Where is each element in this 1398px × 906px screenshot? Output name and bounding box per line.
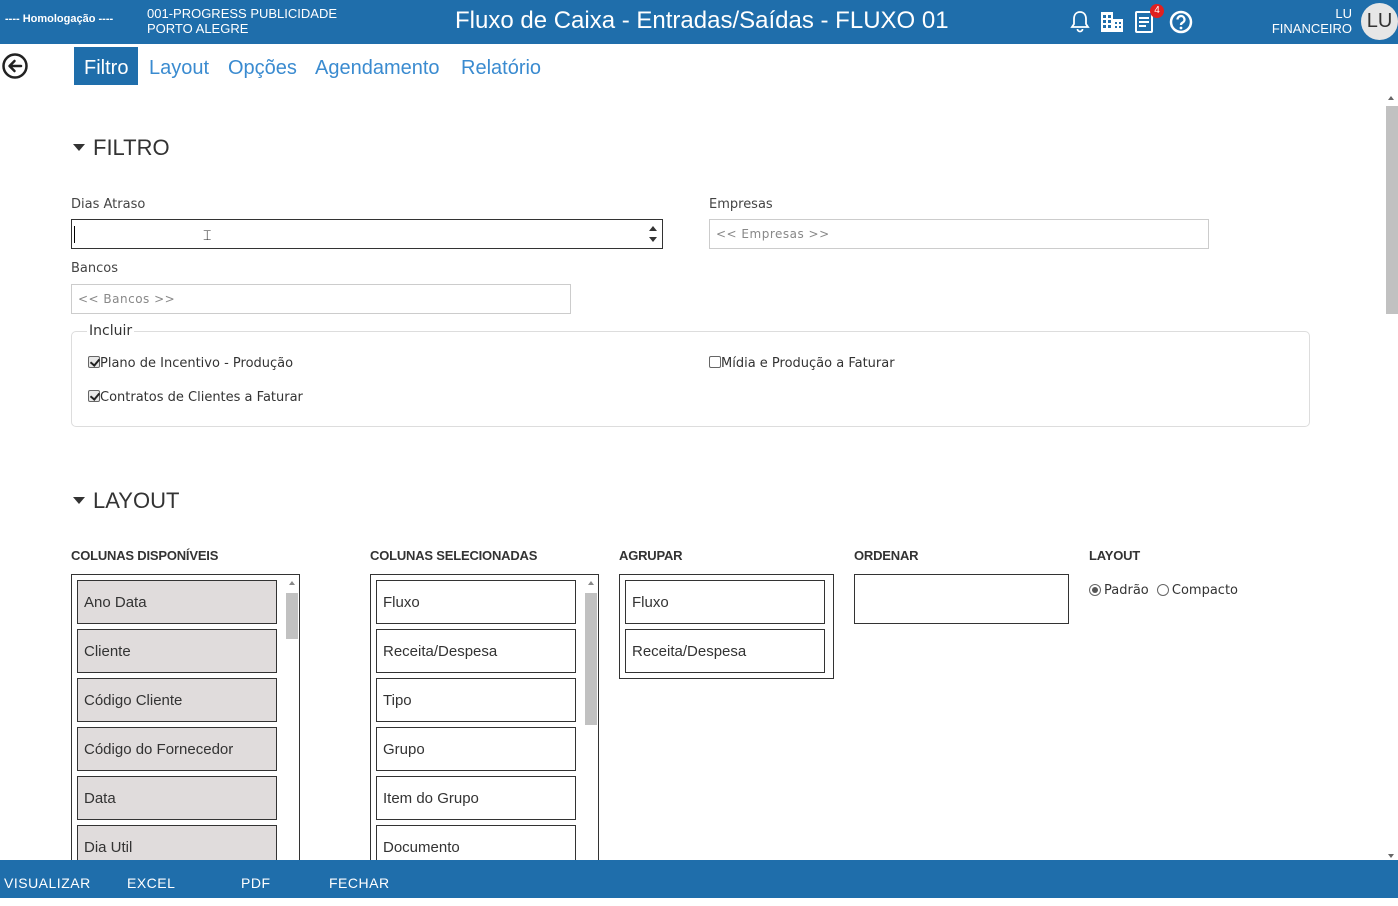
- dias-atraso-input[interactable]: ⌶: [71, 219, 663, 249]
- scroll-down-icon[interactable]: [1388, 854, 1394, 858]
- ordenar-heading: ORDENAR: [854, 548, 919, 563]
- empresas-input[interactable]: << Empresas >>: [709, 219, 1209, 249]
- list-item[interactable]: Ano Data: [77, 580, 277, 624]
- document-list-icon[interactable]: 4: [1132, 4, 1164, 36]
- tab-agendamento[interactable]: Agendamento: [305, 47, 450, 85]
- colunas-selecionadas-heading: COLUNAS SELECIONADAS: [370, 548, 538, 563]
- list-item[interactable]: Receita/Despesa: [376, 629, 576, 673]
- environment-label: ---- Homologação ----: [5, 13, 114, 25]
- pdf-button[interactable]: PDF: [241, 860, 271, 898]
- bottom-action-bar: VISUALIZAR EXCEL PDF FECHAR: [0, 860, 1398, 898]
- layout-option-heading: LAYOUT: [1089, 548, 1141, 563]
- company-city: PORTO ALEGRE: [147, 21, 249, 36]
- user-name: LU: [1335, 6, 1352, 21]
- scroll-up-icon[interactable]: [1388, 96, 1394, 100]
- layout-section-toggle[interactable]: LAYOUT: [73, 488, 179, 514]
- list-item[interactable]: Cliente: [77, 629, 277, 673]
- help-icon[interactable]: [1167, 8, 1195, 36]
- chk-midia-producao-label: Mídia e Produção a Faturar: [721, 356, 895, 371]
- colunas-disponiveis-heading: COLUNAS DISPONÍVEIS: [71, 548, 219, 563]
- scroll-thumb[interactable]: [286, 593, 298, 639]
- tab-filtro[interactable]: Filtro: [74, 47, 139, 85]
- number-spinner-icon[interactable]: [649, 226, 657, 242]
- user-role: FINANCEIRO: [1271, 21, 1352, 36]
- tab-layout[interactable]: Layout: [139, 47, 219, 85]
- radio-padrao-label[interactable]: Padrão: [1104, 583, 1149, 598]
- list-item[interactable]: Fluxo: [376, 580, 576, 624]
- scroll-thumb[interactable]: [1386, 106, 1398, 314]
- empresas-label: Empresas: [709, 197, 773, 212]
- colunas-disponiveis-list[interactable]: Ano Data Cliente Código Cliente Código d…: [71, 574, 300, 860]
- caret-down-icon: [73, 143, 85, 151]
- filtro-section-toggle[interactable]: FILTRO: [73, 135, 170, 161]
- ordenar-list[interactable]: [854, 574, 1069, 624]
- chk-plano-incentivo-label: Plano de Incentivo - Produção: [100, 356, 294, 371]
- top-bar: ---- Homologação ---- 001-PROGRESS PUBLI…: [0, 0, 1398, 44]
- list-item[interactable]: Item do Grupo: [376, 776, 576, 820]
- list-item[interactable]: Grupo: [376, 727, 576, 771]
- filtro-section-title: FILTRO: [93, 135, 170, 160]
- agrupar-heading: AGRUPAR: [619, 548, 683, 563]
- colunas-selecionadas-list[interactable]: Fluxo Receita/Despesa Tipo Grupo Item do…: [370, 574, 599, 860]
- tab-opcoes[interactable]: Opções: [218, 47, 307, 85]
- fechar-button[interactable]: FECHAR: [329, 860, 390, 898]
- list-item[interactable]: Código do Fornecedor: [77, 727, 277, 771]
- list-scrollbar[interactable]: [585, 579, 597, 860]
- bell-icon[interactable]: [1066, 8, 1094, 36]
- list-item[interactable]: Tipo: [376, 678, 576, 722]
- incluir-legend: Incluir: [87, 323, 135, 339]
- list-item[interactable]: Código Cliente: [77, 678, 277, 722]
- layout-radio-group: Padrão Compacto: [1089, 583, 1238, 598]
- dias-atraso-label: Dias Atraso: [71, 197, 146, 212]
- radio-unselected-icon[interactable]: [1156, 584, 1169, 596]
- layout-section-title: LAYOUT: [93, 488, 180, 513]
- list-item[interactable]: Data: [77, 776, 277, 820]
- visualizar-button[interactable]: VISUALIZAR: [4, 860, 91, 898]
- chk-midia-producao[interactable]: Mídia e Produção a Faturar: [709, 356, 895, 371]
- page-title: Fluxo de Caixa - Entradas/Saídas - FLUXO…: [455, 7, 949, 34]
- chk-contratos-clientes[interactable]: Contratos de Clientes a Faturar: [88, 390, 303, 405]
- agrupar-list[interactable]: Fluxo Receita/Despesa: [619, 574, 834, 679]
- scroll-thumb[interactable]: [585, 593, 597, 725]
- caret-down-icon: [73, 496, 85, 504]
- radio-selected-icon[interactable]: [1089, 584, 1101, 596]
- text-cursor: [74, 226, 75, 243]
- chk-contratos-clientes-label: Contratos de Clientes a Faturar: [100, 390, 303, 405]
- excel-button[interactable]: EXCEL: [127, 860, 175, 898]
- scroll-up-icon[interactable]: [588, 581, 594, 585]
- list-scrollbar[interactable]: [286, 579, 298, 860]
- bancos-input[interactable]: << Bancos >>: [71, 284, 571, 314]
- radio-compacto-label[interactable]: Compacto: [1172, 583, 1238, 598]
- user-info[interactable]: LU FINANCEIRO: [1272, 6, 1352, 36]
- list-item[interactable]: Receita/Despesa: [625, 629, 825, 673]
- page-scrollbar[interactable]: [1384, 94, 1398, 860]
- scroll-up-icon[interactable]: [289, 581, 295, 585]
- company-name: 001-PROGRESS PUBLICIDADE: [147, 6, 338, 21]
- checkbox-unchecked-icon[interactable]: [709, 356, 721, 368]
- building-icon[interactable]: [1098, 8, 1126, 36]
- tab-relatorio[interactable]: Relatório: [451, 47, 551, 85]
- checkbox-checked-icon[interactable]: [88, 356, 100, 368]
- list-item[interactable]: Dia Util: [77, 825, 277, 860]
- avatar[interactable]: LU: [1361, 3, 1398, 40]
- notification-badge: 4: [1150, 4, 1164, 18]
- back-arrow-icon[interactable]: [2, 53, 30, 81]
- chk-plano-incentivo[interactable]: Plano de Incentivo - Produção: [88, 356, 293, 371]
- bancos-label: Bancos: [71, 261, 118, 276]
- ibeam-cursor-icon: ⌶: [203, 228, 212, 244]
- company-info: 001-PROGRESS PUBLICIDADE PORTO ALEGRE: [147, 6, 337, 36]
- incluir-fieldset: [71, 331, 1310, 427]
- list-item[interactable]: Documento: [376, 825, 576, 860]
- list-item[interactable]: Fluxo: [625, 580, 825, 624]
- checkbox-checked-icon[interactable]: [88, 390, 100, 402]
